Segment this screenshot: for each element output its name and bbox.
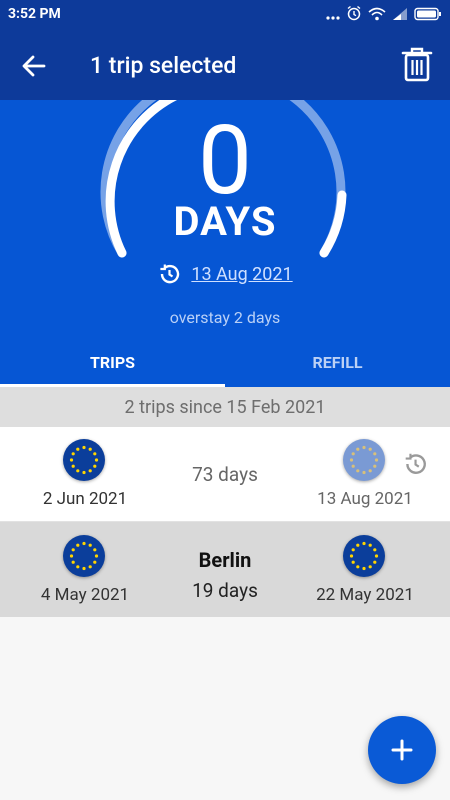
plus-icon [391, 739, 413, 761]
days-unit-label: DAYS [173, 198, 277, 245]
tab-refill[interactable]: REFILL [225, 340, 450, 387]
reference-date-row: 13 Aug 2021 [0, 262, 450, 286]
trash-icon [401, 47, 433, 82]
overstay-text: overstay 2 days [169, 308, 281, 327]
app-bar: 1 trip selected [0, 30, 450, 100]
tab-trips[interactable]: TRIPS [0, 340, 225, 387]
more-icon [326, 6, 340, 25]
trip-name: Berlin [198, 548, 252, 572]
status-bar: 3:52 PM [0, 0, 450, 30]
eu-flag-icon [343, 535, 385, 577]
back-button[interactable] [20, 52, 48, 80]
reference-date-link[interactable]: 13 Aug 2021 [191, 264, 292, 285]
trip-row[interactable]: 2 Jun 2021 73 days 13 Aug 2021 [0, 427, 450, 522]
signal-icon [392, 6, 408, 25]
wifi-icon [368, 6, 386, 25]
status-icons [326, 5, 442, 25]
delete-button[interactable] [400, 46, 434, 82]
eu-stars-icon [69, 541, 99, 571]
eu-stars-icon [69, 445, 99, 475]
arrow-left-icon [22, 55, 46, 77]
trip-start-date: 2 Jun 2021 [42, 489, 128, 509]
eu-flag-icon [343, 439, 385, 481]
tab-refill-label: REFILL [312, 353, 363, 372]
history-icon [160, 264, 180, 284]
battery-icon [414, 6, 442, 25]
tab-trips-label: TRIPS [89, 353, 135, 372]
trip-end-date: 13 Aug 2021 [317, 489, 413, 509]
alarm-icon [346, 5, 362, 25]
selection-title: 1 trip selected [90, 52, 237, 79]
add-trip-button[interactable] [368, 716, 436, 784]
history-icon [405, 453, 426, 474]
trip-row-selected[interactable]: 4 May 2021 Berlin 19 days 22 May 2021 [0, 522, 450, 617]
trip-end-date: 22 May 2021 [316, 585, 414, 605]
eu-stars-icon [349, 445, 379, 475]
trip-duration: 73 days [192, 463, 258, 486]
trip-start-date: 4 May 2021 [40, 585, 130, 605]
status-time: 3:52 PM [8, 6, 61, 22]
eu-flag-icon [63, 535, 105, 577]
eu-flag-icon [63, 439, 105, 481]
trips-summary: 2 trips since 15 Feb 2021 [0, 387, 450, 427]
days-summary-panel: 0 DAYS 13 Aug 2021 overstay 2 days TRIPS… [0, 100, 450, 387]
eu-stars-icon [349, 541, 379, 571]
trip-duration: 19 days [192, 579, 258, 602]
